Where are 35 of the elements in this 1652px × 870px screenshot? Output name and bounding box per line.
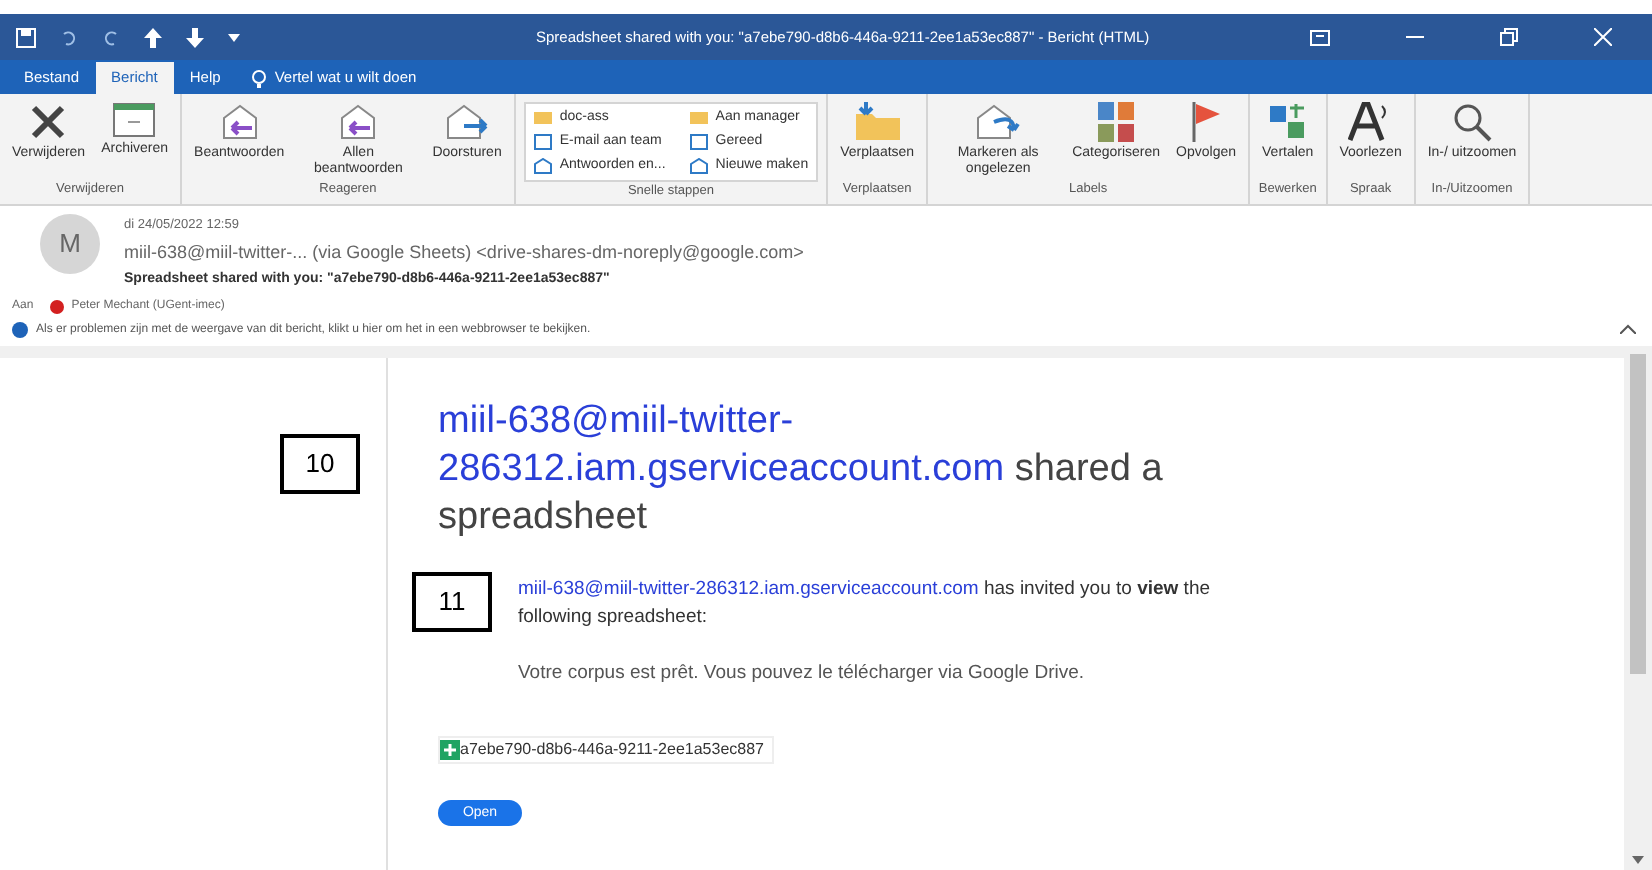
restore-icon[interactable]: [1500, 28, 1518, 46]
email-heading: miil-638@miil-twitter-286312.iam.gserviceaccount.com shared a spreadsheet: [438, 398, 1165, 542]
up-arrow-icon[interactable]: [144, 27, 162, 47]
forward-icon: [443, 102, 492, 142]
annotation-box: 11: [412, 572, 492, 632]
archive-icon: [112, 102, 157, 138]
annotation-box: 10: [280, 434, 360, 494]
down-arrow-icon[interactable]: [186, 27, 204, 47]
magnifier-icon: [1452, 102, 1493, 142]
scroll-down-icon[interactable]: [1632, 856, 1644, 864]
email-link[interactable]: miil-638@miil-twitter-286312.iam.gserviceaccount.com: [518, 578, 979, 600]
dropdown-icon[interactable]: [228, 33, 240, 41]
envelope-icon: [974, 102, 1023, 142]
scrollbar[interactable]: [1624, 358, 1652, 870]
translate-icon: [1267, 102, 1308, 142]
grid-icon: [1098, 102, 1135, 142]
folder-icon: [853, 102, 902, 142]
collapse-icon[interactable]: [1620, 324, 1636, 334]
invite-text: miil-638@miil-twitter-286312.iam.gserviceaccount.com has invited you to view the following spreadsheet:: [518, 576, 1213, 632]
flag-icon: [1190, 102, 1223, 142]
save-icon[interactable]: [16, 27, 36, 47]
file-attachment[interactable]: a7ebe790-d8b6-446a-9211-2ee1a53ec887: [438, 736, 774, 765]
sender: miil-638@miil-twitter-... (via Google Sheets) <drive-shares-dm-noreply@google.com>: [124, 239, 804, 266]
undo-icon[interactable]: [60, 28, 78, 46]
close-icon[interactable]: [1594, 28, 1612, 46]
lightbulb-icon: [252, 69, 267, 87]
message-note: Votre corpus est prêt. Vous pouvez le télécharger via Google Drive.: [518, 660, 1087, 688]
avatar: M: [40, 214, 100, 274]
scroll-thumb[interactable]: [1630, 354, 1646, 674]
minimize-icon[interactable]: [1406, 35, 1424, 39]
info-icon: [12, 322, 28, 339]
redo-icon[interactable]: [102, 28, 120, 46]
ribbon-options-icon[interactable]: [1310, 29, 1330, 45]
delete-icon: [28, 102, 69, 142]
spreadsheet-icon: [440, 740, 460, 761]
